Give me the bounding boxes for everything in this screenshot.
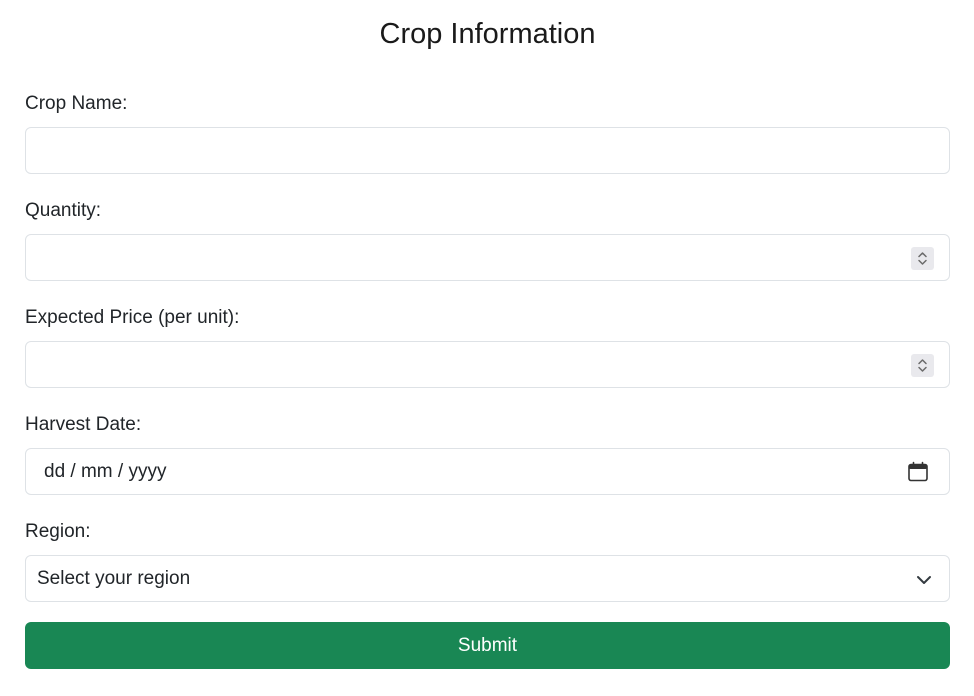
number-spinner-icon[interactable] <box>911 247 934 270</box>
harvest-date-field[interactable]: dd / mm / yyyy <box>25 448 950 495</box>
quantity-label: Quantity: <box>25 200 102 221</box>
harvest-date-label: Harvest Date: <box>25 414 142 435</box>
number-spinner-icon[interactable] <box>911 354 934 377</box>
region-label: Region: <box>25 521 91 542</box>
submit-button[interactable]: Submit <box>25 622 950 669</box>
price-label: Expected Price (per unit): <box>25 307 240 328</box>
calendar-icon[interactable] <box>907 461 929 483</box>
region-selected-value[interactable]: Select your region <box>37 567 190 591</box>
price-field[interactable] <box>25 341 950 388</box>
crop-name-input[interactable] <box>26 128 949 173</box>
page-title: Crop Information <box>379 18 596 50</box>
region-select[interactable]: Select your region <box>25 555 950 602</box>
quantity-field[interactable] <box>25 234 950 281</box>
crop-name-field[interactable] <box>25 127 950 174</box>
crop-name-label: Crop Name: <box>25 93 128 114</box>
chevron-down-icon[interactable] <box>916 572 932 588</box>
quantity-input[interactable] <box>26 235 949 280</box>
price-input[interactable] <box>26 342 949 387</box>
harvest-date-placeholder[interactable]: dd / mm / yyyy <box>44 460 166 484</box>
